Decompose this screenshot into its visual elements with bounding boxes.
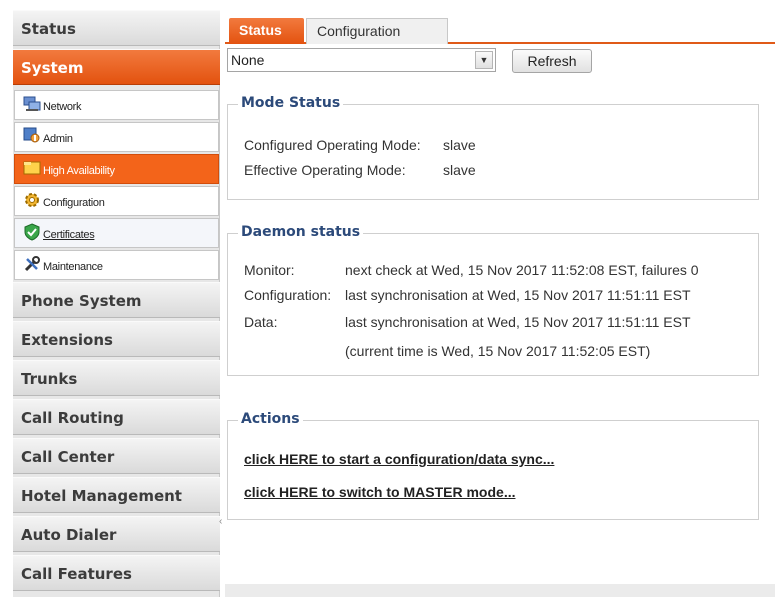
sidebar: Status System Network Admin High Availab… [13, 10, 220, 597]
sidebar-item-admin[interactable]: Admin [14, 122, 219, 152]
sidebar-category-call-features[interactable]: Call Features [13, 555, 220, 591]
sidebar-collapse-handle[interactable]: ‹ [219, 517, 225, 527]
shield-check-icon [24, 223, 40, 241]
daemon-status-title: Daemon status [238, 224, 364, 240]
sidebar-item-label: Network [43, 101, 82, 113]
sidebar-item-network[interactable]: Network [14, 90, 219, 120]
current-time-value: (current time is Wed, 15 Nov 2017 11:52:… [345, 343, 651, 359]
high-availability-icon [23, 161, 41, 175]
sidebar-category-auto-dialer[interactable]: Auto Dialer [13, 516, 220, 552]
sidebar-item-certificates[interactable]: Certificates [14, 218, 219, 248]
sidebar-item-label: Certificates [43, 229, 95, 241]
tab-status[interactable]: Status [229, 18, 304, 44]
monitor-value: next check at Wed, 15 Nov 2017 11:52:08 … [345, 262, 699, 278]
sidebar-category-call-routing[interactable]: Call Routing [13, 399, 220, 435]
sidebar-item-label: High Availability [43, 165, 115, 177]
actions-title: Actions [238, 411, 303, 427]
network-icon [23, 96, 41, 111]
content-footer [225, 584, 775, 597]
sidebar-item-label: Admin [43, 133, 73, 145]
start-sync-link[interactable]: click HERE to start a configuration/data… [244, 451, 554, 467]
sidebar-category-trunks[interactable]: Trunks [13, 360, 220, 396]
switch-to-master-link[interactable]: click HERE to switch to MASTER mode... [244, 484, 515, 500]
configuration-value: last synchronisation at Wed, 15 Nov 2017… [345, 287, 691, 303]
sidebar-item-configuration[interactable]: Configuration [14, 186, 219, 216]
tools-icon [24, 256, 40, 272]
sidebar-category-extensions[interactable]: Extensions [13, 321, 220, 357]
data-value: last synchronisation at Wed, 15 Nov 2017… [345, 314, 691, 330]
effective-mode-label: Effective Operating Mode: [244, 162, 406, 178]
chevron-down-icon[interactable]: ▼ [475, 51, 493, 69]
daemon-status-panel: Daemon status Monitor: next check at Wed… [227, 224, 759, 376]
configured-mode-label: Configured Operating Mode: [244, 137, 421, 153]
sidebar-category-call-center[interactable]: Call Center [13, 438, 220, 474]
refresh-button[interactable]: Refresh [512, 49, 592, 73]
configured-mode-value: slave [443, 137, 476, 153]
data-label: Data: [244, 314, 278, 330]
gear-icon [25, 193, 39, 207]
node-select-value: None [231, 52, 265, 68]
sidebar-category-status[interactable]: Status [13, 10, 220, 46]
tab-configuration[interactable]: Configuration [306, 18, 448, 44]
tab-bar: Status Configuration [225, 10, 775, 44]
effective-mode-value: slave [443, 162, 476, 178]
configuration-label: Configuration: [244, 287, 332, 303]
mode-status-panel: Mode Status Configured Operating Mode: s… [227, 95, 759, 200]
sidebar-category-phone-system[interactable]: Phone System [13, 282, 220, 318]
actions-panel: Actions click HERE to start a configurat… [227, 411, 759, 520]
node-select[interactable]: None ▼ [227, 48, 496, 72]
sidebar-item-high-availability[interactable]: High Availability [14, 154, 219, 184]
mode-status-title: Mode Status [238, 95, 344, 111]
sidebar-category-system[interactable]: System [13, 49, 220, 85]
sidebar-item-label: Configuration [43, 197, 105, 209]
sidebar-category-hotel-management[interactable]: Hotel Management [13, 477, 220, 513]
sidebar-item-maintenance[interactable]: Maintenance [14, 250, 219, 280]
monitor-label: Monitor: [244, 262, 295, 278]
sidebar-item-label: Maintenance [43, 261, 103, 273]
admin-icon [23, 127, 40, 143]
